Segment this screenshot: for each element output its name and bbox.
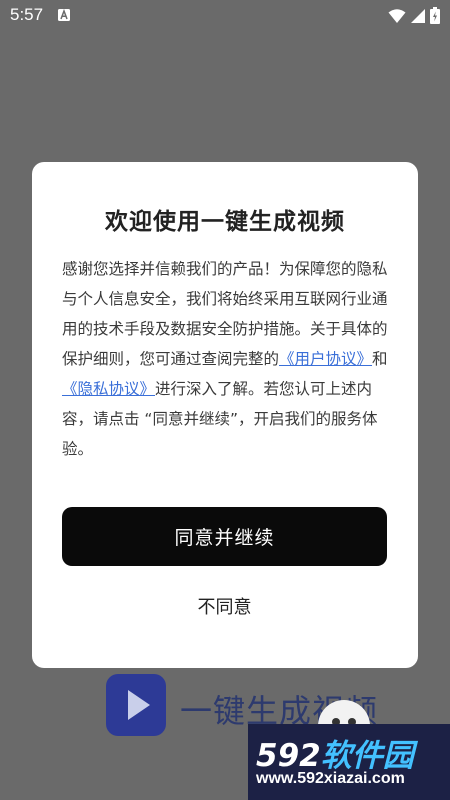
watermark-brand-text: 软件园 — [320, 738, 414, 774]
watermark: 592软件园 www.592xiazai.com — [248, 724, 450, 800]
battery-icon — [430, 7, 440, 24]
watermark-number: 592 — [256, 738, 321, 774]
dialog-body: 感谢您选择并信赖我们的产品！为保障您的隐私与个人信息安全，我们将始终采用互联网行… — [62, 254, 392, 464]
privacy-agreement-link[interactable]: 《隐私协议》 — [62, 380, 155, 398]
wifi-icon — [388, 8, 406, 23]
agree-continue-button[interactable]: 同意并继续 — [62, 507, 387, 566]
dialog-title: 欢迎使用一键生成视频 — [105, 209, 345, 235]
status-icons — [388, 7, 440, 24]
signal-icon — [411, 8, 425, 23]
app-logo — [106, 674, 166, 736]
dialog-body-and: 和 — [372, 350, 388, 368]
user-agreement-link[interactable]: 《用户协议》 — [279, 350, 372, 368]
watermark-brand: 592软件园 — [256, 730, 414, 775]
play-icon — [128, 690, 150, 720]
watermark-url: www.592xiazai.com — [256, 770, 405, 787]
app-notification-icon — [58, 9, 70, 21]
privacy-dialog: 欢迎使用一键生成视频 感谢您选择并信赖我们的产品！为保障您的隐私与个人信息安全，… — [32, 162, 418, 668]
status-bar: 5:57 — [0, 0, 450, 32]
disagree-button[interactable]: 不同意 — [62, 586, 387, 626]
status-time: 5:57 — [10, 5, 44, 24]
